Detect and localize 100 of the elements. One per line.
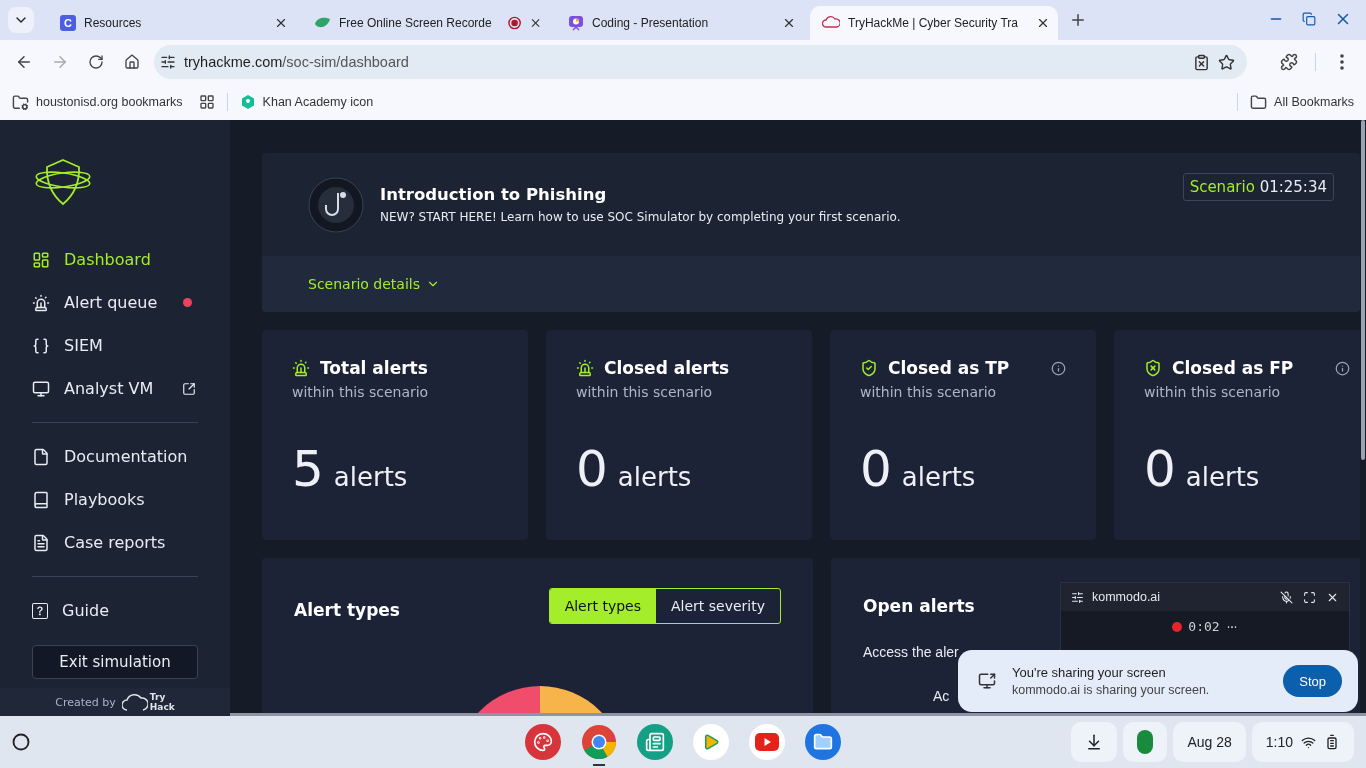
nav-item[interactable]: Analyst VM <box>32 367 198 410</box>
monitor-icon <box>32 379 50 398</box>
leaf-icon <box>314 16 331 30</box>
notice-title: You're sharing your screen <box>1012 665 1167 680</box>
folder-icon <box>813 732 833 752</box>
close-icon[interactable] <box>1036 16 1050 30</box>
exit-simulation-button[interactable]: Exit simulation <box>32 645 198 679</box>
logo-icon <box>34 158 92 206</box>
scenario-timer: Scenario 01:25:34 <box>1182 173 1334 201</box>
document-icon <box>32 447 50 466</box>
palette-app-icon[interactable] <box>525 724 561 760</box>
stat-title: Closed as FP <box>1172 358 1294 378</box>
screen-share-icon <box>978 672 996 690</box>
nav-item[interactable]: Alert queue <box>32 281 198 324</box>
card-title: Alert types <box>294 600 400 620</box>
stat-title: Closed alerts <box>604 358 730 378</box>
plus-icon <box>1069 11 1087 29</box>
battery-icon <box>1324 734 1340 750</box>
browser-tab[interactable]: TryHackMe | Cyber Security Tra <box>810 6 1058 40</box>
tab-title: Coding - Presentation <box>592 16 709 30</box>
scrollbar-thumb[interactable] <box>1361 120 1365 460</box>
stat-unit: alerts <box>333 462 408 492</box>
braces-icon <box>32 336 50 355</box>
play-icon <box>702 733 720 751</box>
date-button[interactable]: Aug 28 <box>1173 722 1246 762</box>
notice-text: kommodo.ai is sharing your screen. <box>1012 683 1211 697</box>
stat-value: 0 <box>1144 440 1176 498</box>
restore-icon[interactable] <box>1302 12 1316 26</box>
browser-app-icon[interactable] <box>581 724 617 760</box>
video-app-icon[interactable] <box>749 724 785 760</box>
browser-tab[interactable]: C Resources <box>48 6 296 40</box>
news-app-icon[interactable] <box>637 724 673 760</box>
address-bar[interactable]: tryhackme.com/soc-sim/dashboard <box>154 45 1247 79</box>
bookmark-star-icon[interactable] <box>1218 53 1235 71</box>
arrow-right-icon <box>51 53 69 71</box>
browser-tab[interactable]: Coding - Presentation <box>556 6 804 40</box>
scenario-description: NEW? START HERE! Learn how to use SOC Simulator by completing your first scenario. <box>380 210 902 224</box>
siren-icon <box>32 293 50 312</box>
info-icon[interactable] <box>1335 360 1350 376</box>
all-bookmarks-link[interactable]: All Bookmarks <box>1250 93 1354 111</box>
close-icon[interactable] <box>274 16 288 30</box>
clock-button[interactable]: 1:10 <box>1251 722 1354 762</box>
shield-x-icon <box>1144 359 1162 377</box>
apps-icon[interactable] <box>198 94 215 110</box>
scenario-title: Introduction to Phishing <box>380 185 608 204</box>
toggle-option[interactable]: Alert severity <box>656 589 780 623</box>
nav-item[interactable]: Playbooks <box>32 478 198 521</box>
nav-item[interactable]: Dashboard <box>32 238 198 281</box>
status-button[interactable] <box>1123 722 1168 762</box>
tab-search-button[interactable] <box>8 7 34 33</box>
siren-icon <box>576 359 594 377</box>
settings-icon[interactable] <box>1071 590 1084 604</box>
clipboard-icon[interactable] <box>1193 53 1210 71</box>
stat-unit: alerts <box>901 462 976 492</box>
circle-icon <box>12 733 30 751</box>
launcher-button[interactable] <box>12 733 30 751</box>
nav-item[interactable]: Documentation <box>32 435 198 478</box>
info-icon[interactable] <box>1051 360 1066 376</box>
stat-subtitle: within this scenario <box>292 384 430 400</box>
open-alerts-text: Ac <box>933 688 950 704</box>
downloads-button[interactable] <box>1071 722 1118 762</box>
scenario-details-link[interactable]: Scenario details <box>308 276 440 292</box>
nav-item[interactable]: Case reports <box>32 521 198 564</box>
puzzle-icon <box>1280 53 1298 71</box>
menu-icon <box>1340 54 1344 70</box>
open-alerts-text: Access the aler <box>863 644 959 660</box>
wifi-icon <box>1301 734 1316 750</box>
play-store-icon[interactable] <box>693 724 729 760</box>
recorder-title: kommodo.ai <box>1092 590 1161 604</box>
recording-dot <box>1172 621 1183 632</box>
status-icon <box>1137 730 1154 754</box>
stat-value: 0 <box>576 440 608 498</box>
expand-icon[interactable] <box>1303 590 1316 604</box>
stat-value: 0 <box>860 440 892 498</box>
nav-item[interactable]: Guide <box>32 589 198 632</box>
card-title: Open alerts <box>863 596 975 616</box>
mic-off-icon[interactable] <box>1280 590 1293 604</box>
home-icon <box>124 54 140 70</box>
folder-icon <box>12 93 29 111</box>
url-text: tryhackme.com/soc-sim/dashboard <box>184 54 409 70</box>
site-info-icon[interactable] <box>160 54 176 70</box>
stat-unit: alerts <box>617 462 692 492</box>
toggle-option[interactable]: Alert types <box>549 589 656 623</box>
bookmark-link[interactable]: Khan Academy icon <box>239 94 374 110</box>
recording-time: 0:02 <box>1188 619 1220 634</box>
browser-tab[interactable]: Free Online Screen Recorde <box>302 6 550 40</box>
close-icon[interactable] <box>782 16 796 30</box>
stop-button[interactable]: Stop <box>1283 665 1342 697</box>
nav-item[interactable]: SIEM <box>32 324 198 367</box>
folder-icon <box>1250 93 1268 111</box>
presentation-icon <box>568 15 584 31</box>
newspaper-icon <box>645 732 665 752</box>
bookmark-link[interactable]: houstonisd.org bookmarks <box>12 93 183 111</box>
play-icon <box>755 733 779 751</box>
stat-unit: alerts <box>1185 462 1260 492</box>
folder-app-icon[interactable] <box>805 724 841 760</box>
tab-title: TryHackMe | Cyber Security Tra <box>848 16 1019 30</box>
reload-icon <box>88 54 104 70</box>
dashboard-icon <box>32 250 50 269</box>
cloud-icon <box>822 15 840 31</box>
